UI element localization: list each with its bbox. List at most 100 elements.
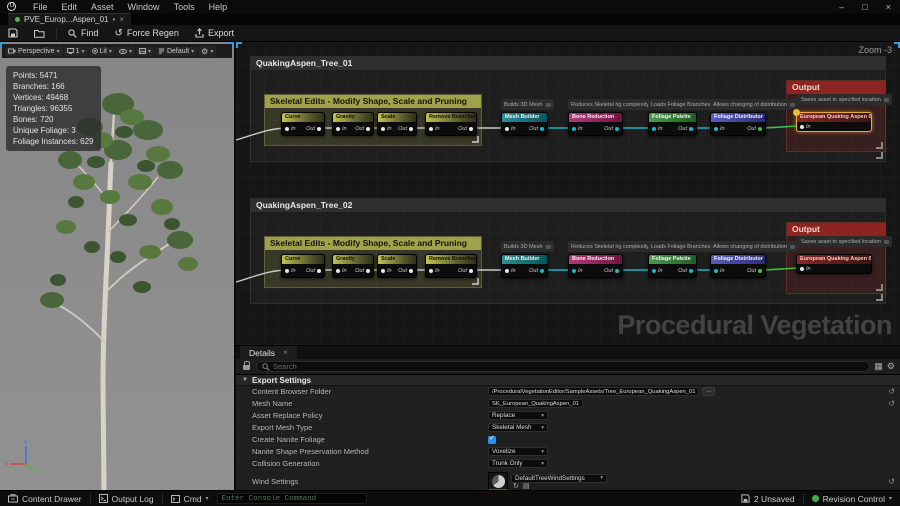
pin-out[interactable] [689, 269, 693, 273]
perspective-dropdown[interactable]: Perspective▾ [5, 47, 63, 56]
pin-out[interactable] [540, 127, 544, 131]
wind-settings-dropdown[interactable]: DefaultTreeWindSettings▾ [511, 474, 607, 483]
gear-icon[interactable]: ⚙ [887, 362, 895, 371]
tab-details[interactable]: Details × [240, 346, 297, 359]
cmd-dropdown[interactable]: Cmd ▾ [163, 491, 217, 506]
node-comment-bubble[interactable]: Reduces Skeletal rig complexity [568, 241, 660, 252]
display-options-icon[interactable]: ▦ [874, 362, 883, 371]
reset-to-default-icon[interactable]: ↺ [888, 477, 895, 486]
node-foliage-distributor[interactable]: Foliage Distributor InOut [710, 254, 766, 278]
node-foliage-palette[interactable]: Foliage Palette InOut [648, 112, 697, 136]
node-curve[interactable]: Curve InOut [281, 254, 325, 278]
revision-control-button[interactable]: Revision Control ▾ [804, 491, 900, 506]
nanite-foliage-checkbox[interactable] [488, 436, 496, 444]
pin-out[interactable] [317, 269, 321, 273]
details-search-box[interactable] [256, 361, 870, 372]
pin-out[interactable] [469, 269, 473, 273]
pin-in[interactable] [429, 269, 433, 273]
pin-out[interactable] [615, 269, 619, 273]
force-regen-button[interactable]: ↺ Force Regen [107, 25, 187, 41]
node-comment-bubble[interactable]: Builds 3D Mesh [501, 99, 554, 110]
pin-in[interactable] [800, 267, 804, 271]
browse-to-asset-icon[interactable]: ▤ [523, 484, 530, 490]
pin-out[interactable] [317, 127, 321, 131]
pin-out[interactable] [758, 269, 762, 273]
pin-in[interactable] [429, 127, 433, 131]
collision-generation-dropdown[interactable]: Trunk Only▾ [488, 459, 548, 468]
search-input[interactable] [273, 362, 864, 371]
reset-to-default-icon[interactable]: ↺ [888, 387, 895, 396]
lock-icon[interactable] [243, 365, 250, 370]
pin-in[interactable] [800, 125, 804, 129]
lit-mode-dropdown[interactable]: Lit▾ [89, 47, 115, 56]
content-drawer-button[interactable]: Content Drawer [0, 491, 90, 506]
node-bone-reduction[interactable]: Bone Reduction InOut [568, 112, 623, 136]
pin-in[interactable] [336, 269, 340, 273]
node-bone-reduction[interactable]: Bone Reduction InOut [568, 254, 623, 278]
pin-out[interactable] [469, 127, 473, 131]
node-comment-bubble[interactable]: Allows changing of distribution [710, 241, 798, 252]
minimize-icon[interactable]: – [830, 2, 853, 12]
node-scale[interactable]: Scale InOut [377, 254, 417, 278]
wind-settings-thumbnail[interactable] [488, 472, 508, 492]
viewport-settings-button[interactable]: ⚙▾ [198, 46, 216, 57]
node-remove-branches[interactable]: Remove Branches InOut [425, 112, 477, 136]
node-output-asset-02[interactable]: European Quaking Aspen 02 In [796, 254, 872, 274]
browse-path-button[interactable]: ... [702, 387, 715, 396]
pin-in[interactable] [652, 269, 656, 273]
browse-asset-button[interactable] [26, 25, 53, 41]
device-profile-dropdown[interactable]: Default▾ [155, 47, 197, 56]
pin-out[interactable] [615, 127, 619, 131]
pin-out[interactable] [689, 127, 693, 131]
node-foliage-distributor[interactable]: Foliage Distributor InOut [710, 112, 766, 136]
pin-in[interactable] [285, 269, 289, 273]
pin-in[interactable] [505, 269, 509, 273]
node-curve[interactable]: Curve InOut [281, 112, 325, 136]
screenshot-dropdown[interactable]: ▾ [136, 47, 154, 56]
node-mesh-builder[interactable]: Mesh Builder InOut [501, 112, 548, 136]
section-export-settings[interactable]: ▼ Export Settings [236, 374, 900, 386]
node-gravity[interactable]: Gravity InOut [332, 254, 374, 278]
pin-out[interactable] [366, 127, 370, 131]
pin-out[interactable] [409, 269, 413, 273]
find-button[interactable]: Find [60, 25, 107, 41]
node-mesh-builder[interactable]: Mesh Builder InOut [501, 254, 548, 278]
node-scale[interactable]: Scale InOut [377, 112, 417, 136]
pin-in[interactable] [714, 127, 718, 131]
pin-out[interactable] [540, 269, 544, 273]
view-size-dropdown[interactable]: 1▾ [64, 47, 88, 56]
path-field[interactable]: /ProceduralVegetationEditor/SampleAssets… [488, 387, 699, 396]
pin-out[interactable] [366, 269, 370, 273]
menu-help[interactable]: Help [202, 0, 235, 13]
maximize-icon[interactable]: □ [853, 2, 876, 12]
node-comment-bubble[interactable]: Saves asset to specified location [798, 236, 892, 247]
node-output-asset-01[interactable]: European Quaking Aspen 01 In [796, 112, 872, 132]
node-foliage-palette[interactable]: Foliage Palette InOut [648, 254, 697, 278]
tab-close-icon[interactable]: × [283, 348, 288, 357]
unsaved-changes-button[interactable]: 2 Unsaved [733, 491, 803, 506]
use-selected-asset-icon[interactable]: ↻ [513, 484, 519, 490]
node-comment-bubble[interactable]: Allows changing of distribution [710, 99, 798, 110]
pin-in[interactable] [572, 269, 576, 273]
menu-tools[interactable]: Tools [167, 0, 202, 13]
pin-in[interactable] [285, 127, 289, 131]
menu-edit[interactable]: Edit [55, 0, 85, 13]
pin-out[interactable] [758, 127, 762, 131]
export-mesh-type-dropdown[interactable]: Skeletal Mesh▾ [488, 423, 548, 432]
pin-out[interactable] [409, 127, 413, 131]
reset-to-default-icon[interactable]: ↺ [888, 399, 895, 408]
tab-close-icon[interactable]: × [119, 15, 124, 24]
pin-in[interactable] [652, 127, 656, 131]
node-comment-bubble[interactable]: Reduces Skeletal rig complexity [568, 99, 660, 110]
mesh-name-field[interactable]: SK_European_QuakingAspen_01 [488, 399, 583, 408]
menu-window[interactable]: Window [121, 0, 167, 13]
nanite-shape-method-dropdown[interactable]: Voxelize▾ [488, 447, 548, 456]
viewport-3d[interactable]: Perspective▾ 1▾ Lit▾ ▾ ▾ Default▾ [0, 42, 236, 490]
node-gravity[interactable]: Gravity InOut [332, 112, 374, 136]
node-comment-bubble[interactable]: Builds 3D Mesh [501, 241, 554, 252]
pin-in[interactable] [572, 127, 576, 131]
menu-file[interactable]: File [26, 0, 55, 13]
show-flags-dropdown[interactable]: ▾ [116, 47, 135, 56]
node-remove-branches[interactable]: Remove Branches InOut [425, 254, 477, 278]
output-log-button[interactable]: Output Log [91, 491, 162, 506]
